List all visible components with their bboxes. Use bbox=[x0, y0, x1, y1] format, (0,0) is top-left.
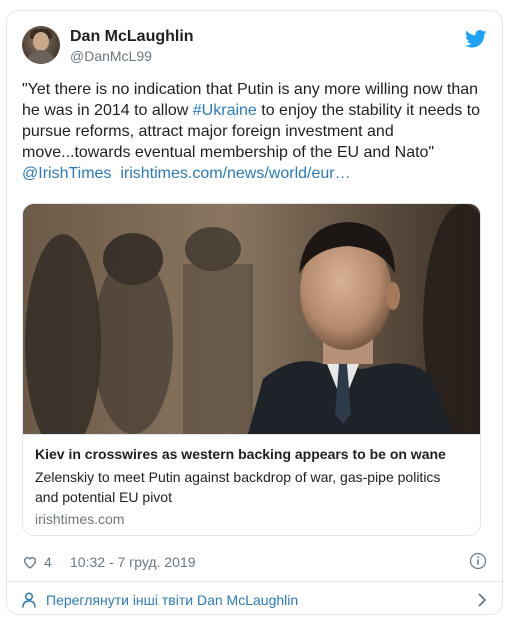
author-avatar[interactable] bbox=[22, 26, 60, 64]
like-count[interactable]: 4 bbox=[44, 554, 52, 570]
mention-link[interactable]: @IrishTimes bbox=[22, 165, 111, 182]
preview-domain: irishtimes.com bbox=[35, 511, 125, 527]
preview-title[interactable]: Kiev in crosswires as western backing ap… bbox=[35, 446, 446, 462]
preview-description: Zelenskiy to meet Putin against backdrop… bbox=[35, 469, 441, 505]
link-preview-card[interactable]: Kiev in crosswires as western backing ap… bbox=[22, 203, 481, 536]
heart-icon[interactable] bbox=[22, 554, 38, 570]
preview-photo bbox=[23, 204, 480, 434]
tweet-card: Dan McLaughlin @DanMcL99 "Yet there is n… bbox=[6, 10, 503, 615]
tweet-text: "Yet there is no indication that Putin i… bbox=[22, 79, 484, 184]
info-icon[interactable] bbox=[469, 552, 487, 570]
footer-divider bbox=[7, 581, 502, 582]
tweet-timestamp[interactable]: 10:32 - 7 груд. 2019 bbox=[70, 554, 196, 570]
article-url-link[interactable]: irishtimes.com/news/world/eur… bbox=[120, 165, 350, 182]
chevron-right-icon[interactable] bbox=[477, 593, 487, 607]
tweet-header: Dan McLaughlin @DanMcL99 bbox=[22, 26, 487, 70]
preview-body[interactable]: Kiev in crosswires as western backing ap… bbox=[23, 434, 480, 535]
author-name[interactable]: Dan McLaughlin bbox=[70, 28, 194, 46]
person-icon bbox=[22, 592, 36, 608]
twitter-bird-icon[interactable] bbox=[465, 30, 487, 48]
tweet-meta: 4 10:32 - 7 груд. 2019 bbox=[22, 552, 487, 574]
view-more-tweets-link[interactable]: Переглянути інші твіти Dan McLaughlin bbox=[22, 589, 487, 611]
hashtag-link[interactable]: #Ukraine bbox=[193, 102, 257, 119]
author-handle[interactable]: @DanMcL99 bbox=[70, 48, 152, 64]
preview-image[interactable] bbox=[23, 204, 480, 434]
view-more-label[interactable]: Переглянути інші твіти Dan McLaughlin bbox=[46, 592, 298, 608]
